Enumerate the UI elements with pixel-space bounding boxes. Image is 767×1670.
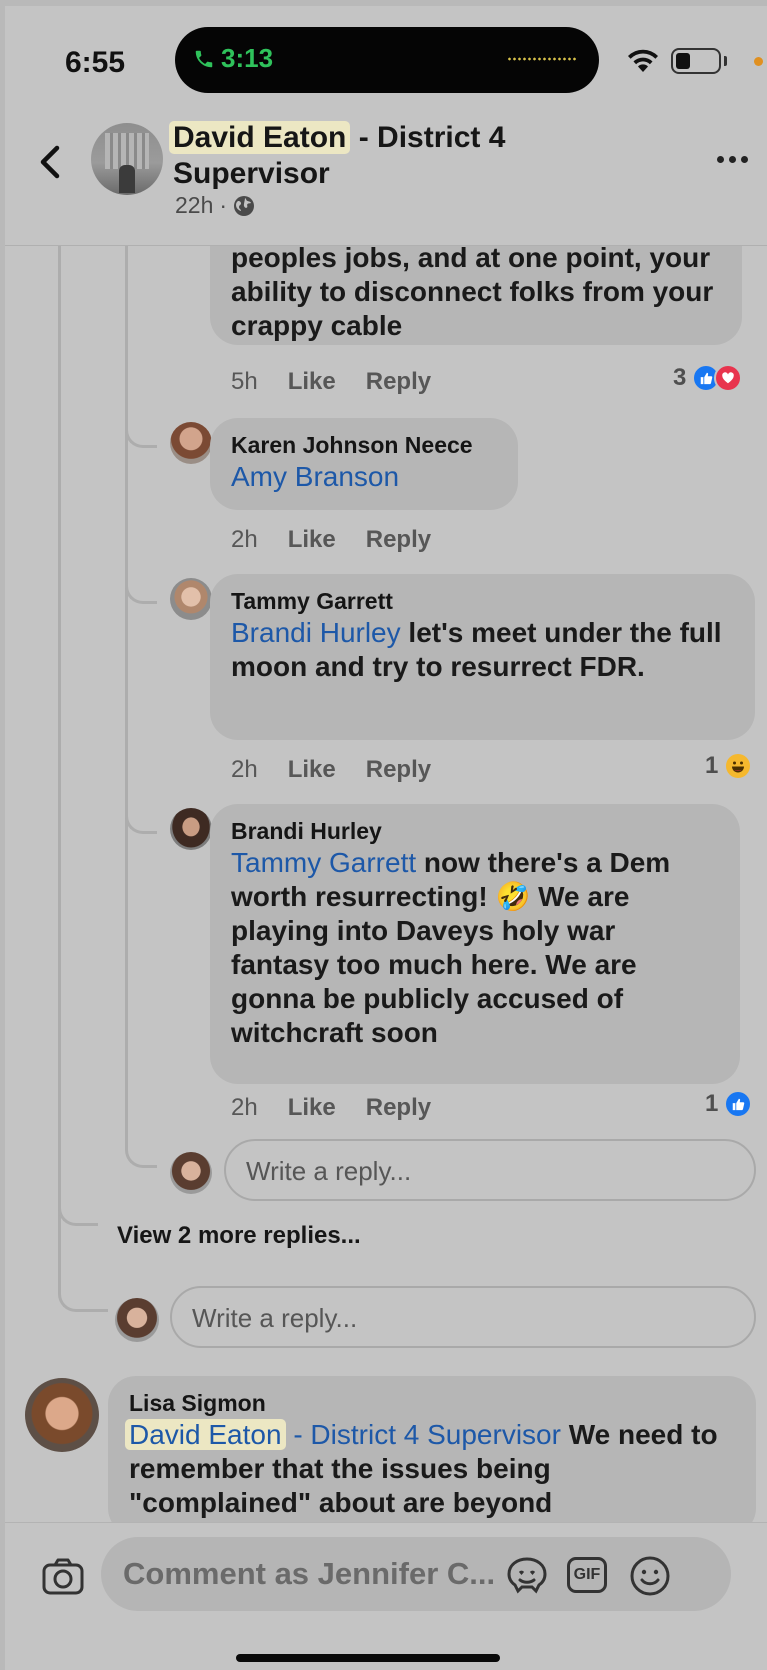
mention-link[interactable]: Tammy Garrett [231, 847, 416, 878]
reaction-summary[interactable]: 1 [705, 752, 753, 780]
comment-composer: Comment as Jennifer C... GIF [5, 1522, 767, 1670]
like-button[interactable]: Like [288, 1094, 336, 1122]
haha-reaction-icon [724, 752, 753, 780]
reply-button[interactable]: Reply [366, 368, 431, 396]
page-avatar[interactable] [91, 123, 163, 195]
mention-link[interactable]: Brandi Hurley [231, 617, 401, 648]
page-title[interactable]: David Eaton - District 4 Supervisor [169, 120, 653, 192]
reply-button[interactable]: Reply [366, 526, 431, 554]
comment-bubble[interactable]: Brandi Hurley Tammy Garrett now there's … [210, 804, 740, 1084]
meta-separator: · [219, 192, 228, 218]
comment-placeholder: Comment as Jennifer C... [123, 1556, 496, 1591]
mention-link[interactable]: Amy Branson [231, 461, 399, 492]
comment-time: 2h [231, 1094, 258, 1121]
reply-input-inner[interactable]: Write a reply... [224, 1139, 756, 1201]
call-indicator[interactable]: 3:13 [193, 43, 273, 74]
post-header: David Eaton - District 4 Supervisor 22h … [5, 106, 767, 246]
reaction-count: 1 [705, 1090, 719, 1117]
comment-actions: 2h Like Reply [231, 756, 431, 784]
view-more-replies-link[interactable]: View 2 more replies... [117, 1222, 361, 1250]
gif-button[interactable]: GIF [567, 1557, 607, 1593]
comment-bubble[interactable]: Tammy Garrett Brandi Hurley let's meet u… [210, 574, 755, 740]
like-button[interactable]: Like [288, 368, 336, 396]
like-button[interactable]: Like [288, 756, 336, 784]
comment-actions: 2h Like Reply [231, 526, 431, 554]
thread-elbow-view-more [58, 1186, 98, 1226]
comment-author[interactable]: Lisa Sigmon [129, 1388, 735, 1418]
comment-time: 5h [231, 368, 258, 395]
comment-time: 2h [231, 756, 258, 783]
comment-actions: 2h Like Reply [231, 1094, 431, 1122]
page-name-highlight[interactable]: David Eaton [169, 121, 351, 154]
current-user-avatar [115, 1298, 159, 1342]
thread-elbow-1 [125, 406, 157, 448]
reaction-count: 3 [673, 364, 687, 391]
like-button[interactable]: Like [288, 526, 336, 554]
reply-button[interactable]: Reply [366, 1094, 431, 1122]
comment-actions: 5h Like Reply [231, 368, 431, 396]
current-user-avatar [170, 1152, 212, 1194]
camera-icon[interactable] [41, 1557, 85, 1597]
audio-waveform [507, 57, 577, 61]
comment-bubble[interactable]: Karen Johnson Neece Amy Branson [210, 418, 518, 510]
reaction-summary[interactable]: 3 [673, 364, 743, 392]
home-indicator[interactable] [236, 1654, 500, 1662]
avatar[interactable] [170, 808, 212, 850]
mention-link[interactable]: - District 4 Supervisor [286, 1419, 561, 1450]
back-arrow-icon[interactable] [31, 142, 71, 182]
gif-label: GIF [573, 1566, 601, 1583]
battery-icon [671, 48, 721, 74]
emoji-icon[interactable] [629, 1555, 671, 1597]
globe-icon [234, 195, 255, 216]
call-time: 3:13 [221, 43, 274, 73]
avatar[interactable] [25, 1378, 99, 1452]
reaction-summary[interactable]: 1 [705, 1090, 753, 1118]
dynamic-island[interactable]: 3:13 [175, 27, 599, 93]
status-time: 6:55 [65, 46, 126, 79]
reply-input-outer[interactable]: Write a reply... [170, 1286, 756, 1348]
avatar[interactable] [170, 578, 212, 620]
thread-elbow-reply-outer [58, 1276, 108, 1312]
comment-input[interactable]: Comment as Jennifer C... GIF [101, 1537, 731, 1611]
wifi-icon [628, 49, 658, 72]
battery-tip [724, 56, 727, 66]
avatar-sticker-icon[interactable] [505, 1555, 549, 1595]
comment-author[interactable]: Brandi Hurley [231, 816, 719, 846]
mention-link-highlighted[interactable]: David Eaton [125, 1419, 286, 1450]
phone-icon [195, 50, 213, 67]
comment-author[interactable]: Karen Johnson Neece [231, 430, 497, 460]
post-age: 22h [175, 192, 214, 218]
thread-elbow-2 [125, 562, 157, 604]
love-reaction-icon [714, 364, 743, 392]
comment-author[interactable]: Tammy Garrett [231, 586, 734, 616]
reply-button[interactable]: Reply [366, 756, 431, 784]
thread-elbow-4 [125, 1126, 157, 1168]
comment-time: 2h [231, 526, 258, 553]
reaction-count: 1 [705, 752, 719, 779]
screen: 6:55 3:13 peoples jobs, and at one point… [5, 6, 767, 1670]
privacy-indicator [754, 57, 763, 66]
thread-line-inner [125, 246, 128, 1146]
more-options-button[interactable] [717, 156, 748, 163]
comment-text: peoples jobs, and at one point, your abi… [231, 242, 714, 341]
avatar[interactable] [170, 422, 212, 464]
comment-bubble[interactable]: Lisa Sigmon David Eaton - District 4 Sup… [108, 1376, 756, 1536]
post-meta: 22h · [175, 192, 255, 219]
thread-elbow-3 [125, 792, 157, 834]
thread-line-outer [58, 246, 61, 1286]
like-reaction-icon [724, 1090, 753, 1118]
